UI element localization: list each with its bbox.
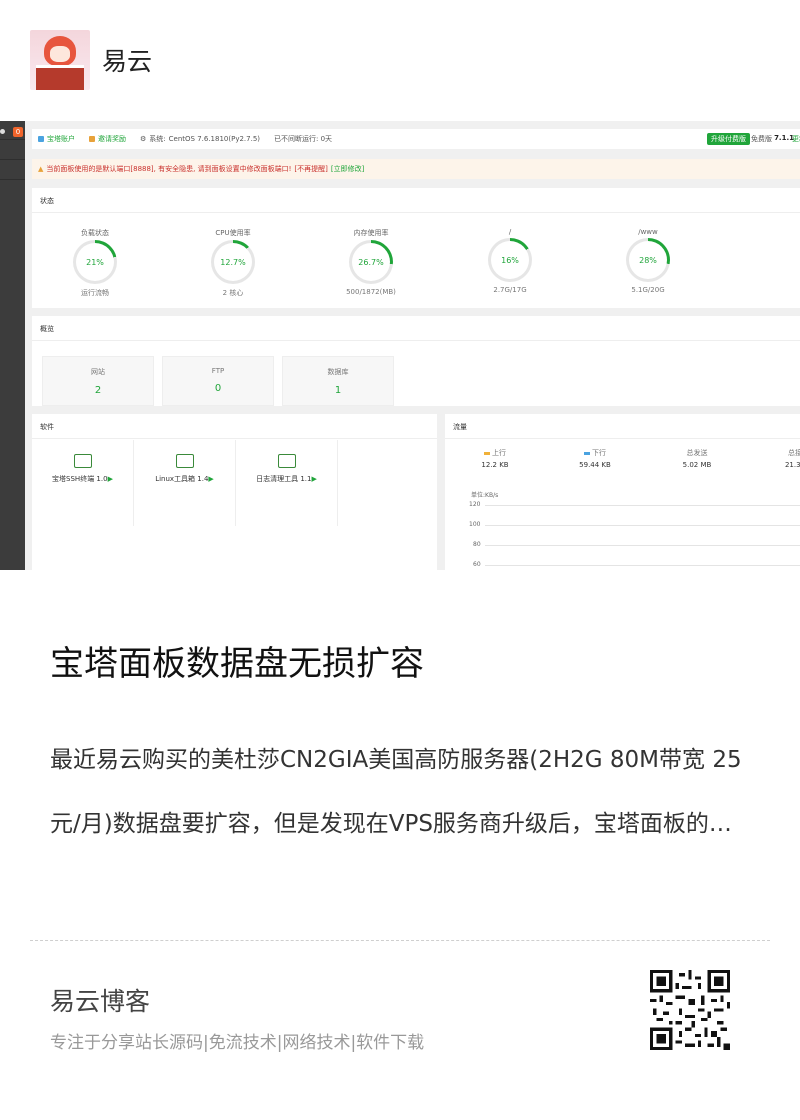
update-link[interactable]: 更新 [792, 134, 800, 144]
traffic-unit: 单位:KB/s [471, 492, 499, 499]
gauge-ring[interactable]: 28% [626, 238, 670, 282]
gauge-value: 28% [629, 241, 667, 279]
gauge-sub: 500/1872(MB) [346, 288, 396, 296]
status-gauge: 内存使用率 26.7% 500/1872(MB) [336, 228, 406, 296]
gauge-sub: 2.7G/17G [493, 286, 527, 294]
software-item-log-cleaner[interactable]: 日志清理工具 1.1▶ [236, 440, 338, 526]
software-item-linux-tools[interactable]: Linux工具箱 1.4▶ [134, 440, 236, 526]
sidebar-badge: 0 [13, 127, 23, 137]
system-info: ⚙ 系统: CentOS 7.6.1810(Py2.7.5) [140, 135, 261, 143]
account-link[interactable]: 宝塔账户 [38, 134, 75, 144]
gauge-label: /www [638, 228, 658, 236]
status-gauge: CPU使用率 12.7% 2 核心 [198, 228, 268, 298]
status-gauge: / 16% 2.7G/17G [475, 228, 545, 294]
panel-sidebar: 0 [0, 121, 25, 570]
traffic-up: 上行 12.2 KB [481, 449, 509, 469]
article-excerpt: 最近易云购买的美杜莎CN2GIA美国高防服务器(2H2G 80M带宽 25元/月… [50, 747, 742, 837]
panel-screenshot: 0 宝塔账户 邀请奖励 ⚙ 系统: CentOS 7.6.1810(Py2.7.5)… [0, 121, 800, 570]
gauge-sub: 5.1G/20G [631, 286, 665, 294]
warning-icon: ▲ [38, 165, 44, 173]
gauge-label: 负载状态 [81, 229, 109, 237]
free-version-label: 免费版 [751, 135, 772, 143]
gauge-value: 21% [76, 243, 114, 281]
gauge-sub: 2 核心 [222, 289, 244, 297]
gauge-sub: 运行流畅 [81, 289, 109, 297]
version-number: 7.1.1 [774, 134, 794, 142]
gift-icon [89, 136, 95, 142]
sidebar-dot-icon [0, 129, 5, 134]
gauge-ring[interactable]: 12.7% [211, 240, 255, 284]
y-tick: 80 [473, 541, 481, 548]
software-title: 软件 [40, 423, 54, 431]
status-gauge: /www 28% 5.1G/20G [613, 228, 683, 294]
toolbox-icon [175, 454, 194, 468]
gauge-label: 内存使用率 [353, 229, 389, 237]
upgrade-button[interactable]: 升级付费版 [707, 133, 750, 145]
log-icon [277, 454, 296, 468]
divider [30, 940, 770, 941]
panel-topbar: 宝塔账户 邀请奖励 ⚙ 系统: CentOS 7.6.1810(Py2.7.5) 已… [32, 129, 800, 149]
traffic-title: 流量 [453, 423, 467, 431]
traffic-total-recv: 总接 21.36 [784, 449, 800, 469]
author-header: 易云 [30, 30, 152, 90]
traffic-card: 流量 上行 12.2 KB 下行 59.44 KB 总发送 5.02 MB 总接… [445, 414, 800, 570]
y-tick: 100 [469, 521, 481, 528]
ignore-link[interactable]: [不再提醒] [294, 164, 327, 174]
gear-icon: ⚙ [140, 135, 147, 143]
gauge-label: CPU使用率 [215, 229, 251, 237]
blog-name: 易云博客 [50, 987, 151, 1016]
points-link[interactable]: 邀请奖励 [89, 134, 126, 144]
overview-title: 概览 [40, 325, 54, 333]
traffic-total-sent: 总发送 5.02 MB [682, 449, 712, 469]
blog-description: 专注于分享站长源码|免流技术|网络技术|软件下载 [50, 1033, 425, 1053]
y-tick: 120 [469, 501, 481, 508]
fix-link[interactable]: [立即修改] [331, 164, 364, 174]
article-title[interactable]: 宝塔面板数据盘无损扩容 [50, 636, 424, 685]
status-gauge: 负载状态 21% 运行流畅 [60, 228, 130, 298]
overview-ftp[interactable]: FTP 0 [162, 356, 274, 406]
gauge-value: 16% [491, 241, 529, 279]
terminal-icon [73, 454, 92, 468]
user-icon [38, 136, 44, 142]
author-name[interactable]: 易云 [102, 42, 152, 78]
uptime-info: 已不间断运行: 0天 [274, 135, 333, 143]
software-item-ssh[interactable]: 宝塔SSH终端 1.0▶ [32, 440, 134, 526]
gauge-ring[interactable]: 16% [488, 238, 532, 282]
gauge-value: 26.7% [352, 243, 390, 281]
gauge-ring[interactable]: 21% [73, 240, 117, 284]
overview-card: 概览 网站 2 FTP 0 数据库 1 [32, 316, 800, 406]
author-avatar[interactable] [30, 30, 90, 90]
qr-code-icon [650, 970, 730, 1050]
y-tick: 60 [473, 561, 481, 568]
overview-database[interactable]: 数据库 1 [282, 356, 394, 406]
traffic-down: 下行 59.44 KB [579, 449, 611, 469]
overview-sites[interactable]: 网站 2 [42, 356, 154, 406]
gauge-label: / [508, 228, 512, 236]
gauge-ring[interactable]: 26.7% [349, 240, 393, 284]
status-title: 状态 [40, 197, 54, 205]
security-warning: ▲ 当前面板使用的是默认端口[8888], 有安全隐患, 请到面板设置中修改面板… [32, 159, 800, 179]
gauge-value: 12.7% [214, 243, 252, 281]
software-card: 软件 宝塔SSH终端 1.0▶ Linux工具箱 1.4▶ 日志清理工具 1.1… [32, 414, 437, 570]
status-card: 状态 负载状态 21% 运行流畅 CPU使用率 12.7% 2 核心 内存使用率 26.7% 5… [32, 188, 800, 308]
